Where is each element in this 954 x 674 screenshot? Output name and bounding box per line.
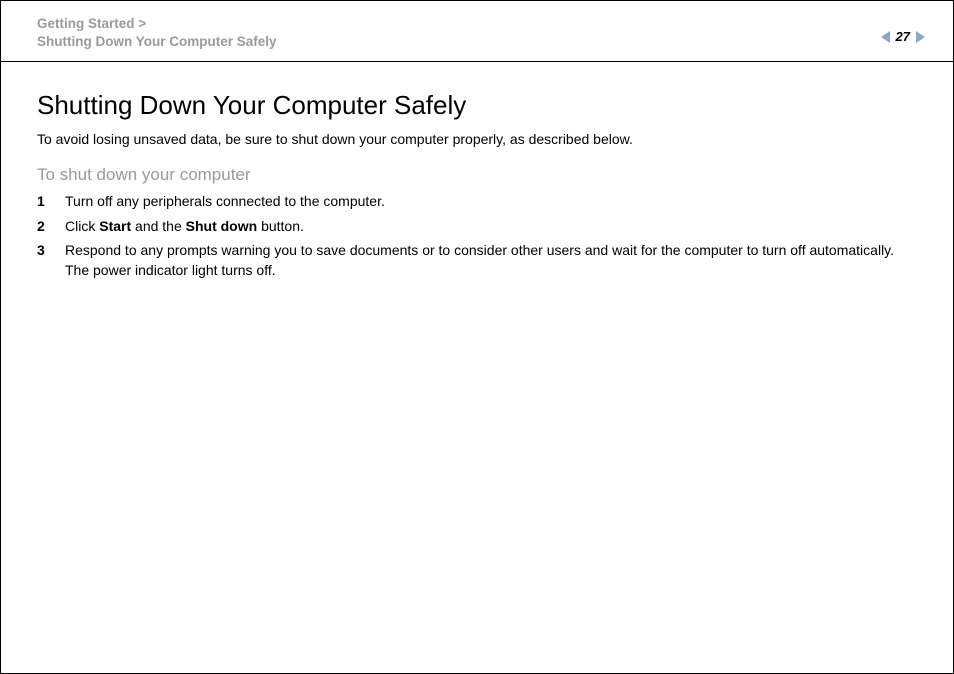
step-text-part: and the	[131, 218, 186, 234]
page-title: Shutting Down Your Computer Safely	[37, 90, 925, 121]
breadcrumb-line-2: Shutting Down Your Computer Safely	[37, 33, 277, 51]
page-nav: 27	[881, 15, 925, 44]
next-page-icon[interactable]	[916, 31, 925, 43]
step-item: 3 Respond to any prompts warning you to …	[37, 240, 925, 281]
step-text-line: The power indicator light turns off.	[65, 262, 276, 278]
step-text: Respond to any prompts warning you to sa…	[65, 240, 925, 281]
step-text-part: Click	[65, 218, 99, 234]
breadcrumb: Getting Started > Shutting Down Your Com…	[37, 15, 277, 51]
page-number: 27	[896, 29, 910, 44]
steps-list: 1 Turn off any peripherals connected to …	[37, 191, 925, 280]
step-text-line: Respond to any prompts warning you to sa…	[65, 242, 894, 258]
page-header: Getting Started > Shutting Down Your Com…	[37, 15, 925, 61]
breadcrumb-line-1: Getting Started >	[37, 15, 277, 33]
step-text: Click Start and the Shut down button.	[65, 216, 925, 236]
content-area: Shutting Down Your Computer Safely To av…	[37, 62, 925, 280]
intro-text: To avoid losing unsaved data, be sure to…	[37, 131, 925, 147]
step-text-bold: Shut down	[186, 218, 258, 234]
step-number: 2	[37, 216, 65, 236]
step-number: 3	[37, 240, 65, 281]
step-text: Turn off any peripherals connected to th…	[65, 191, 925, 211]
step-item: 2 Click Start and the Shut down button.	[37, 216, 925, 236]
step-number: 1	[37, 191, 65, 211]
step-text-part: button.	[257, 218, 304, 234]
step-text-bold: Start	[99, 218, 131, 234]
step-item: 1 Turn off any peripherals connected to …	[37, 191, 925, 211]
page: Getting Started > Shutting Down Your Com…	[0, 0, 954, 674]
prev-page-icon[interactable]	[881, 31, 890, 43]
section-subhead: To shut down your computer	[37, 165, 925, 185]
